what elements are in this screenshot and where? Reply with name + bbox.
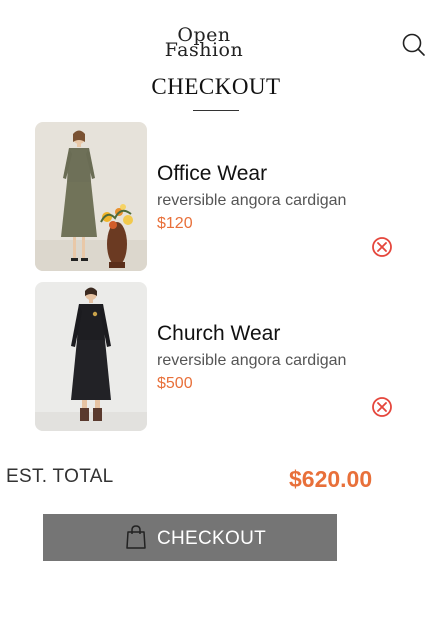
search-button[interactable]: [402, 33, 428, 59]
item-price: $120: [157, 215, 193, 232]
checkout-button-label: CHECKOUT: [157, 528, 267, 549]
remove-item-button[interactable]: [371, 396, 393, 418]
item-name: Office Wear: [157, 162, 268, 185]
close-circle-icon: [372, 397, 392, 417]
cart-item: Office Wear reversible angora cardigan $…: [35, 122, 415, 272]
item-name: Church Wear: [157, 322, 281, 345]
model-in-black-dress-photo: [35, 282, 147, 431]
shopping-bag-icon: [126, 525, 146, 549]
close-circle-icon: [372, 237, 392, 257]
product-image[interactable]: [35, 282, 147, 431]
open-fashion-logo[interactable]: Open Fashion: [160, 26, 248, 61]
title-divider: [193, 110, 239, 111]
estimated-total-value: $620.00: [289, 466, 373, 492]
checkout-button[interactable]: CHECKOUT: [43, 514, 337, 561]
model-in-olive-dress-photo: [35, 122, 147, 271]
app-header: Open Fashion: [0, 0, 442, 72]
item-description: reversible angora cardigan: [157, 192, 347, 209]
cart-item: Church Wear reversible angora cardigan $…: [35, 282, 415, 432]
estimated-total-label: EST. TOTAL: [6, 466, 114, 487]
remove-item-button[interactable]: [371, 236, 393, 258]
search-icon: [402, 33, 425, 56]
logo-line-fashion: Fashion: [164, 39, 244, 61]
product-image[interactable]: [35, 122, 147, 271]
item-price: $500: [157, 375, 193, 392]
item-description: reversible angora cardigan: [157, 352, 347, 369]
page-title: CHECKOUT: [151, 74, 281, 99]
